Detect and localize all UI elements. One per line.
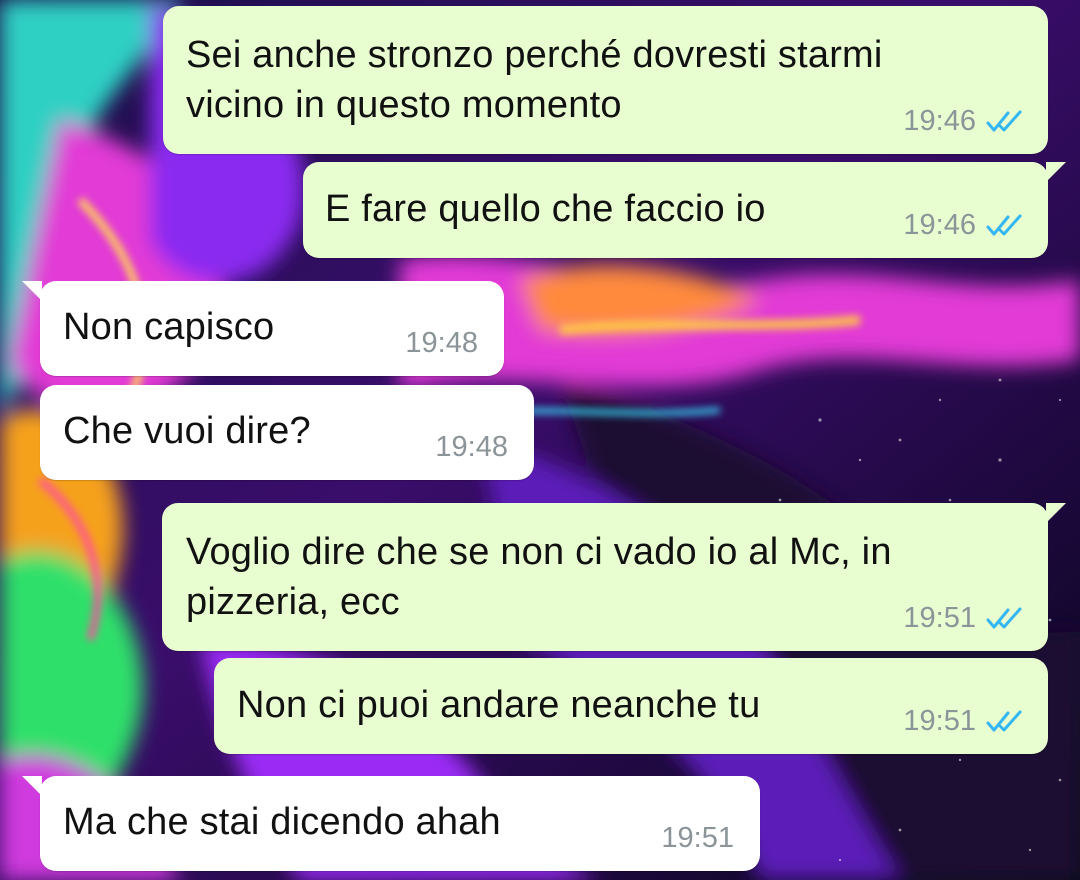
message-time: 19:46 — [903, 209, 976, 241]
message-time: 19:51 — [661, 822, 734, 854]
message-meta: 19:51 — [903, 705, 1026, 738]
message-text: Voglio dire che se non ci vado io al Mc,… — [186, 531, 892, 623]
message-meta: 19:51 — [903, 602, 1026, 635]
message-bubble-outgoing[interactable]: Sei anche stronzo perché dovresti starmi… — [163, 6, 1048, 154]
message-bubble-incoming[interactable]: Che vuoi dire? 19:48 — [40, 385, 534, 480]
message-time: 19:51 — [903, 602, 976, 634]
double-check-icon — [986, 214, 1022, 235]
message-meta: 19:48 — [405, 327, 478, 360]
message-meta: 19:46 — [903, 105, 1026, 138]
message-time: 19:51 — [903, 705, 976, 737]
message-text: Non capisco — [63, 306, 275, 348]
message-meta: 19:51 — [661, 822, 734, 855]
double-check-icon — [986, 710, 1022, 731]
message-bubble-incoming[interactable]: Non capisco 19:48 — [22, 281, 504, 376]
bubble-tail — [1046, 503, 1066, 523]
message-meta: 19:48 — [435, 431, 508, 464]
message-text: Sei anche stronzo perché dovresti starmi… — [186, 34, 883, 126]
message-time: 19:46 — [903, 105, 976, 137]
bubble-tail — [22, 776, 42, 796]
message-meta: 19:46 — [903, 209, 1026, 242]
message-bubble-outgoing[interactable]: E fare quello che faccio io 19:46 — [303, 162, 1066, 258]
message-text: Ma che stai dicendo ahah — [63, 801, 501, 843]
double-check-icon — [986, 607, 1022, 628]
message-bubble-outgoing[interactable]: Non ci puoi andare neanche tu 19:51 — [214, 658, 1048, 754]
message-text: Non ci puoi andare neanche tu — [237, 684, 761, 726]
bubble-tail — [1046, 162, 1066, 182]
message-time: 19:48 — [405, 327, 478, 359]
message-time: 19:48 — [435, 431, 508, 463]
chat-conversation: Sei anche stronzo perché dovresti starmi… — [0, 0, 1080, 880]
bubble-tail — [22, 281, 42, 301]
message-bubble-outgoing[interactable]: Voglio dire che se non ci vado io al Mc,… — [162, 503, 1066, 651]
message-bubble-incoming[interactable]: Ma che stai dicendo ahah 19:51 — [22, 776, 760, 871]
double-check-icon — [986, 110, 1022, 131]
message-text: Che vuoi dire? — [63, 410, 311, 452]
message-text: E fare quello che faccio io — [325, 188, 766, 230]
